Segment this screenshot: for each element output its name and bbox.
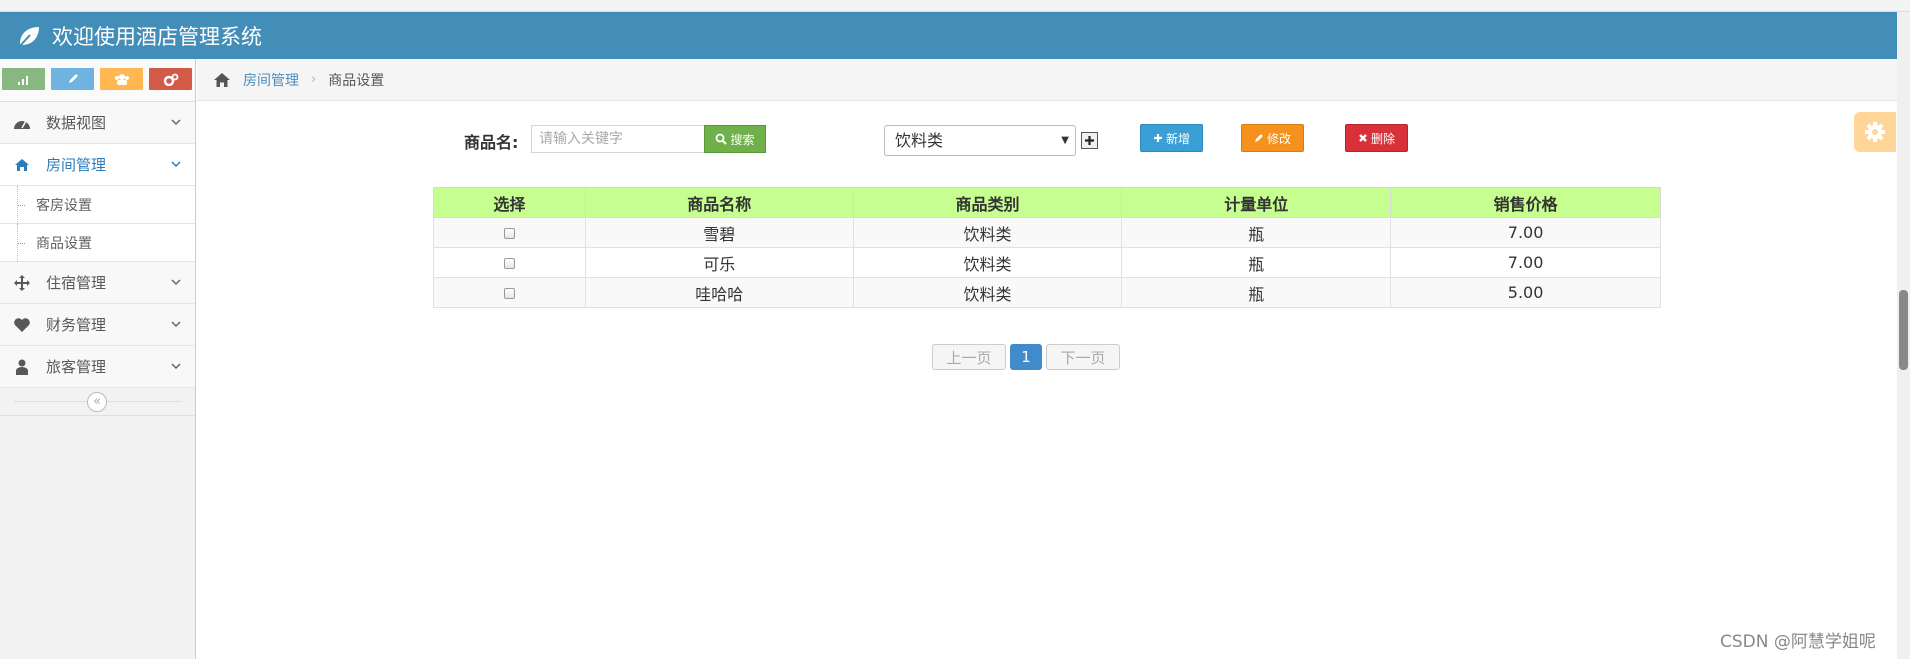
table-row[interactable]: 雪碧 饮料类 瓶 7.00 — [433, 217, 1661, 248]
column-header-select: 选择 — [433, 187, 586, 218]
delete-button-label: 删除 — [1370, 131, 1395, 146]
search-icon — [716, 133, 728, 145]
sidebar-item-label: 住宿管理 — [46, 274, 107, 292]
row-checkbox-cell — [433, 277, 586, 308]
column-header-category: 商品类别 — [852, 187, 1123, 218]
chevron-down-icon — [171, 161, 181, 168]
breadcrumb: 房间管理 › 商品设置 — [197, 59, 1897, 101]
cell-unit: 瓶 — [1121, 217, 1392, 248]
search-label: 商品名: — [464, 133, 519, 152]
home-icon[interactable] — [213, 72, 231, 88]
gear-icon — [1865, 122, 1885, 142]
sidebar-item-room-management[interactable]: 房间管理 — [0, 144, 195, 186]
sidebar-subitem-room-settings[interactable]: 客房设置 — [0, 186, 195, 224]
browser-bookmarks-bar — [0, 0, 1910, 12]
row-checkbox[interactable] — [503, 258, 515, 269]
dropdown-arrow-icon: ▼ — [1061, 135, 1069, 146]
search-button[interactable]: 搜索 — [704, 125, 766, 153]
cell-price: 7.00 — [1390, 247, 1661, 278]
watermark: CSDN @阿慧学姐呢 — [1720, 632, 1876, 652]
cell-price: 5.00 — [1390, 277, 1661, 308]
scrollbar-thumb[interactable] — [1899, 290, 1908, 370]
sidebar-item-finance-management[interactable]: 财务管理 — [0, 304, 195, 346]
pagination-prev-button[interactable]: 上一页 — [932, 344, 1006, 370]
edit-button[interactable]: 修改 — [1241, 124, 1304, 152]
pencil-icon — [68, 74, 78, 83]
leaf-icon — [18, 27, 39, 48]
plus-icon — [1153, 134, 1162, 142]
plus-icon — [1085, 136, 1094, 145]
signal-icon — [17, 76, 28, 85]
table-row[interactable]: 哇哈哈 饮料类 瓶 5.00 — [433, 277, 1661, 308]
product-table: 选择 商品名称 商品类别 计量单位 销售价格 雪碧 饮料类 瓶 7.00 可乐 … — [433, 187, 1661, 308]
shortcut-pencil-button[interactable] — [51, 68, 94, 90]
shortcut-signal-button[interactable] — [2, 68, 45, 90]
app-title: 欢迎使用酒店管理系统 — [52, 25, 262, 49]
table-row[interactable]: 可乐 饮料类 瓶 7.00 — [433, 247, 1661, 278]
sidebar-item-label: 数据视图 — [46, 114, 107, 132]
close-icon — [1359, 134, 1367, 142]
add-button-label: 新增 — [1165, 131, 1190, 146]
cell-unit: 瓶 — [1121, 277, 1392, 308]
page-scrollbar[interactable] — [1897, 12, 1910, 659]
home-icon — [12, 155, 32, 175]
cell-category: 饮料类 — [852, 217, 1123, 248]
chevron-down-icon — [171, 363, 181, 370]
delete-button[interactable]: 删除 — [1345, 124, 1408, 152]
chevron-down-icon — [171, 321, 181, 328]
column-header-unit: 计量单位 — [1121, 187, 1392, 218]
sidebar-collapse-button[interactable]: « — [87, 392, 107, 412]
pencil-icon — [1254, 134, 1263, 142]
table-header-row: 选择 商品名称 商品类别 计量单位 销售价格 — [433, 187, 1661, 218]
category-select[interactable]: 饮料类 ▼ — [884, 125, 1076, 156]
sidebar-item-guest-management[interactable]: 旅客管理 — [0, 346, 195, 388]
edit-button-label: 修改 — [1266, 131, 1291, 146]
breadcrumb-link-room-management[interactable]: 房间管理 — [243, 70, 299, 90]
sidebar-collapse-bar: « — [0, 388, 195, 416]
cell-name: 可乐 — [584, 247, 854, 278]
chevron-down-icon — [171, 119, 181, 126]
heart-icon — [12, 315, 32, 335]
column-header-name: 商品名称 — [584, 187, 854, 218]
sidebar-item-label: 财务管理 — [46, 316, 107, 334]
cogs-icon — [163, 73, 178, 86]
cell-category: 饮料类 — [852, 277, 1123, 308]
pagination-page-1[interactable]: 1 — [1010, 344, 1042, 370]
row-checkbox[interactable] — [503, 288, 515, 299]
search-input[interactable] — [531, 125, 705, 153]
top-navbar: 欢迎使用酒店管理系统 — [0, 12, 1897, 59]
row-checkbox-cell — [433, 217, 586, 248]
sidebar: 数据视图 房间管理 客房设置 商品设置 住宿管理 财务管理 旅客管理 « — [0, 59, 196, 659]
move-arrows-icon — [12, 273, 32, 293]
sidebar-item-label: 旅客管理 — [46, 358, 107, 376]
column-header-price: 销售价格 — [1390, 187, 1661, 218]
cell-name: 哇哈哈 — [584, 277, 854, 308]
chevron-down-icon — [171, 279, 181, 286]
sidebar-item-lodging-management[interactable]: 住宿管理 — [0, 262, 195, 304]
brand[interactable]: 欢迎使用酒店管理系统 — [16, 21, 262, 51]
settings-toggle-button[interactable] — [1854, 112, 1896, 152]
user-icon — [12, 357, 32, 377]
cell-unit: 瓶 — [1121, 247, 1392, 278]
users-icon — [114, 74, 129, 85]
row-checkbox-cell — [433, 247, 586, 278]
breadcrumb-separator: › — [311, 72, 317, 87]
pagination-next-button[interactable]: 下一页 — [1046, 344, 1120, 370]
add-category-button[interactable] — [1081, 132, 1098, 149]
sidebar-item-label: 房间管理 — [46, 156, 107, 174]
category-selected-value: 饮料类 — [895, 131, 944, 150]
add-button[interactable]: 新增 — [1140, 124, 1203, 152]
shortcut-users-button[interactable] — [100, 68, 143, 90]
sidebar-item-data-view[interactable]: 数据视图 — [0, 102, 195, 144]
sidebar-subitem-product-settings[interactable]: 商品设置 — [0, 224, 195, 262]
cell-name: 雪碧 — [584, 217, 854, 248]
cell-category: 饮料类 — [852, 247, 1123, 278]
breadcrumb-current: 商品设置 — [328, 72, 385, 89]
dashboard-icon — [12, 113, 32, 133]
cell-price: 7.00 — [1390, 217, 1661, 248]
sidebar-shortcuts — [0, 59, 195, 102]
shortcut-cogs-button[interactable] — [149, 68, 192, 90]
search-button-label: 搜索 — [730, 132, 755, 147]
row-checkbox[interactable] — [503, 228, 515, 239]
